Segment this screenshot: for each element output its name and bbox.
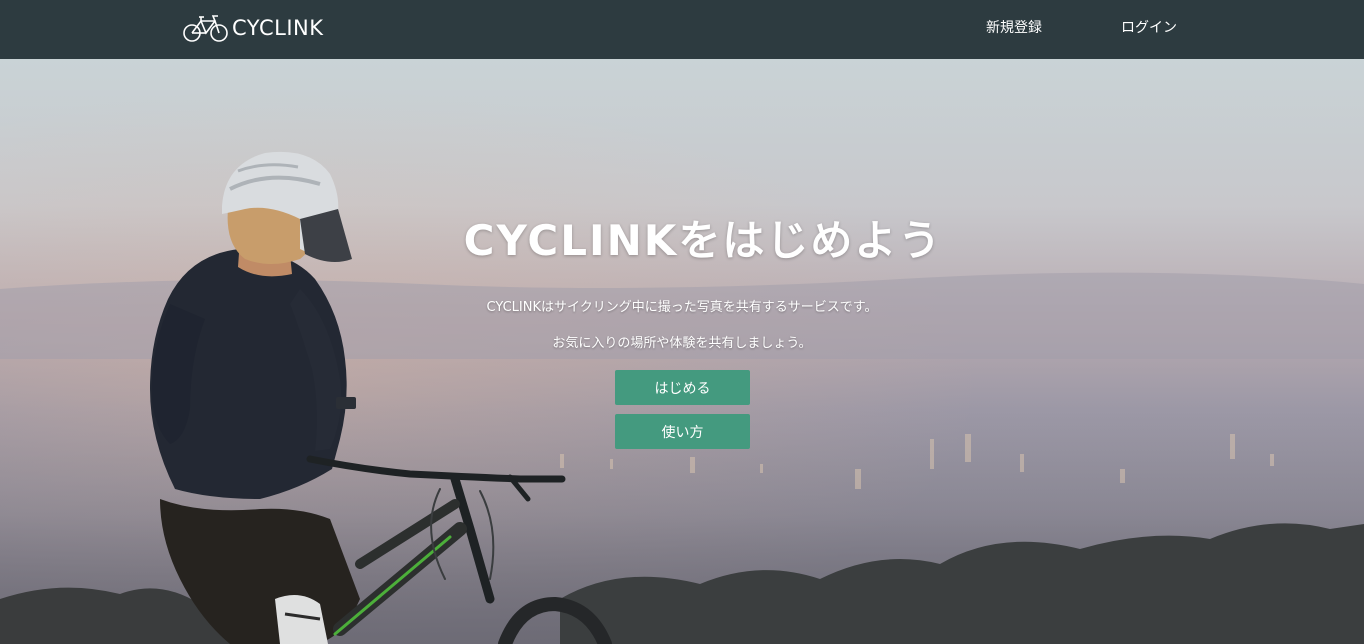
hero-background-image — [0, 59, 1364, 644]
login-link[interactable]: ログイン — [1121, 18, 1177, 38]
start-button[interactable]: はじめる — [615, 370, 750, 405]
brand-logo-link[interactable]: CYCLINK — [182, 12, 324, 44]
bicycle-icon — [183, 15, 228, 42]
hero-description-line-2: お気に入りの場所や体験を共有しましょう。 — [552, 336, 812, 351]
signup-link[interactable]: 新規登録 — [986, 18, 1042, 38]
navbar: CYCLINK 新規登録 ログイン — [0, 0, 1364, 59]
brand-name: CYCLINK — [232, 16, 324, 40]
hero-description-line-1: CYCLINKはサイクリング中に撮った写真を共有するサービスです。 — [486, 300, 878, 315]
hero-title: CYCLINKをはじめよう — [463, 216, 943, 265]
how-to-button[interactable]: 使い方 — [615, 414, 750, 449]
hero-section: CYCLINKをはじめよう CYCLINKはサイクリング中に撮った写真を共有する… — [0, 59, 1364, 644]
